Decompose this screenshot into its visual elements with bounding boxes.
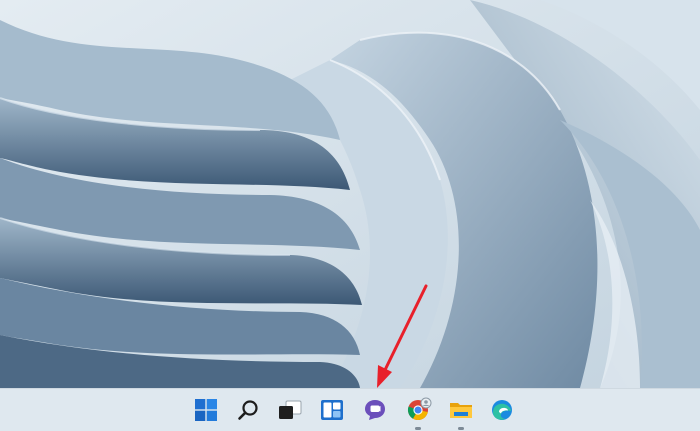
chat-icon bbox=[365, 400, 385, 420]
chrome-running-indicator bbox=[415, 427, 421, 430]
edge-icon bbox=[492, 400, 512, 420]
desktop-wallpaper bbox=[0, 0, 700, 388]
folder-icon bbox=[450, 403, 472, 418]
task-view-icon bbox=[279, 400, 302, 419]
chrome-button[interactable] bbox=[406, 397, 432, 423]
widgets-button[interactable] bbox=[319, 397, 345, 423]
task-view-button[interactable] bbox=[277, 397, 303, 423]
search-button[interactable] bbox=[235, 397, 261, 423]
file-explorer-button[interactable] bbox=[448, 397, 474, 423]
file-explorer-running-indicator bbox=[458, 427, 464, 430]
start-button[interactable] bbox=[193, 397, 219, 423]
widgets-icon bbox=[321, 400, 343, 420]
search-icon bbox=[238, 400, 258, 420]
bloom-wallpaper-image bbox=[0, 0, 700, 388]
chrome-icon bbox=[407, 397, 432, 421]
edge-button[interactable] bbox=[489, 397, 515, 423]
taskbar bbox=[0, 388, 700, 431]
windows-logo-icon bbox=[195, 399, 217, 421]
chat-button[interactable] bbox=[362, 397, 388, 423]
